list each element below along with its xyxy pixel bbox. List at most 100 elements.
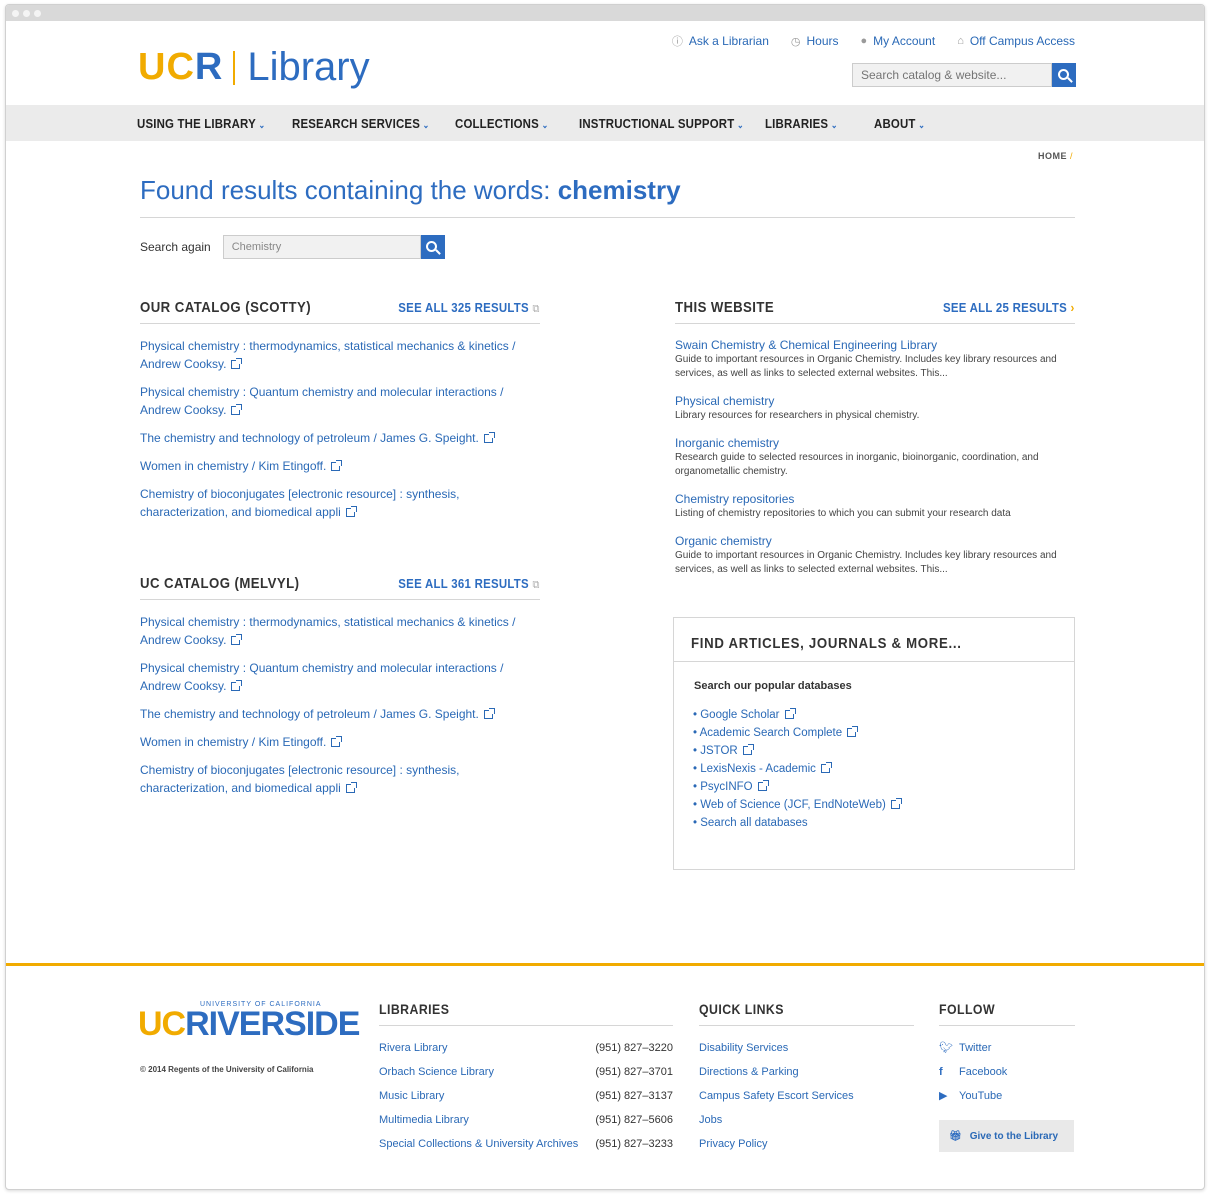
footer-libraries: LIBRARIES Rivera Library (951) 827–3220 O…	[379, 1001, 673, 1156]
library-link[interactable]: Rivera Library	[379, 1036, 447, 1060]
external-link-icon	[345, 506, 357, 517]
hours-link[interactable]: ◷ Hours	[791, 33, 839, 49]
library-row: Rivera Library (951) 827–3220	[379, 1036, 673, 1060]
melvyl-see-all-link[interactable]: SEE ALL 361 RESULTS ⧉	[399, 576, 540, 592]
database-link[interactable]: • Academic Search Complete	[693, 724, 1074, 742]
list-item[interactable]: Physical chemistry : Quantum chemistry a…	[140, 383, 540, 419]
result-description: Guide to important resources in Organic …	[675, 354, 1057, 379]
nav-research-services[interactable]: RESEARCH SERVICES ⌄	[292, 116, 429, 131]
result-title-link[interactable]: Chemistry repositories	[675, 491, 1075, 507]
give-to-library-button[interactable]: 🎁︎ Give to the Library	[939, 1120, 1074, 1152]
website-heading: THIS WEBSITE	[675, 299, 775, 316]
result-title-link[interactable]: Physical chemistry	[675, 393, 1075, 409]
site-header: UCR Library ⓘ Ask a Librarian ◷ Hours ● My …	[6, 21, 1204, 105]
library-row: Multimedia Library (951) 827–5606	[379, 1108, 673, 1132]
ask-librarian-link[interactable]: ⓘ Ask a Librarian	[672, 33, 769, 49]
melvyl-header: UC CATALOG (MELVYL) SEE ALL 361 RESULTS ⧉	[140, 575, 540, 600]
database-list: • Google Scholar • Academic Search Compl…	[693, 706, 1074, 832]
list-item[interactable]: Chemistry of bioconjugates [electronic r…	[140, 761, 540, 797]
uc-riverside-logo[interactable]: UNIVERSITY OF CALIFORNIA UCRIVERSIDE	[138, 1001, 360, 1041]
facebook-link[interactable]: f Facebook	[939, 1060, 1075, 1084]
external-link-icon	[784, 708, 796, 719]
window-dot[interactable]	[34, 9, 41, 17]
gift-icon: 🎁︎	[949, 1130, 962, 1142]
library-link[interactable]: Orbach Science Library	[379, 1060, 494, 1084]
result-title-link[interactable]: Swain Chemistry & Chemical Engineering L…	[675, 337, 1075, 353]
copyright: © 2014 Regents of the University of Cali…	[140, 1065, 314, 1074]
library-phone: (951) 827–5606	[595, 1114, 673, 1126]
list-item[interactable]: The chemistry and technology of petroleu…	[140, 705, 540, 723]
window-dot[interactable]	[23, 9, 30, 17]
nav-libraries[interactable]: LIBRARIES ⌄	[765, 116, 838, 131]
footer-quick-links-heading: QUICK LINKS	[699, 1001, 914, 1026]
list-item[interactable]: Chemistry of bioconjugates [electronic r…	[140, 485, 540, 521]
result-description: Guide to important resources in Organic …	[675, 550, 1057, 575]
result-description: Listing of chemistry repositories to whi…	[675, 508, 1011, 519]
chevron-down-icon: ⌄	[830, 120, 838, 130]
external-link-icon	[345, 782, 357, 793]
list-item: Organic chemistry Guide to important reso…	[675, 533, 1075, 577]
database-link[interactable]: • Web of Science (JCF, EndNoteWeb)	[693, 796, 1074, 814]
youtube-icon: ▶	[939, 1090, 948, 1102]
utility-nav: ⓘ Ask a Librarian ◷ Hours ● My Account ⌂ Off…	[672, 33, 1075, 49]
website-see-all-link[interactable]: SEE ALL 25 RESULTS ›	[943, 300, 1075, 315]
list-item[interactable]: The chemistry and technology of petroleu…	[140, 429, 540, 447]
user-icon: ●	[860, 35, 868, 47]
list-item[interactable]: Physical chemistry : thermodynamics, sta…	[140, 613, 540, 649]
search-again-input[interactable]	[222, 235, 421, 259]
breadcrumb: HOME /	[1037, 151, 1073, 161]
library-link[interactable]: Multimedia Library	[379, 1108, 469, 1132]
list-item: Inorganic chemistry Research guide to sel…	[675, 435, 1075, 479]
databases-subheading: Search our popular databases	[694, 680, 852, 692]
search-again-button[interactable]	[420, 235, 445, 259]
list-item: Physical chemistry Library resources for …	[675, 393, 1075, 423]
youtube-link[interactable]: ▶ YouTube	[939, 1084, 1075, 1108]
external-link-icon	[483, 708, 495, 719]
database-link[interactable]: • PsycINFO	[693, 778, 1074, 796]
library-phone: (951) 827–3220	[595, 1042, 673, 1054]
page-title: Found results containing the words: chem…	[140, 175, 681, 205]
nav-collections[interactable]: COLLECTIONS ⌄	[455, 116, 548, 131]
twitter-link[interactable]: 🐦︎ Twitter	[939, 1036, 1075, 1060]
window-dot[interactable]	[12, 9, 19, 17]
quick-link[interactable]: Campus Safety Escort Services	[699, 1084, 914, 1108]
chevron-down-icon: ⌄	[737, 120, 744, 130]
footer-follow: FOLLOW 🐦︎ Twitter f Facebook ▶ YouTube 🎁︎ Gi…	[939, 1001, 1075, 1152]
quick-link[interactable]: Disability Services	[699, 1036, 914, 1060]
database-link[interactable]: • LexisNexis - Academic	[693, 760, 1074, 778]
window-chrome	[6, 5, 1204, 21]
result-title-link[interactable]: Organic chemistry	[675, 533, 1075, 549]
breadcrumb-home[interactable]: HOME	[1038, 151, 1067, 161]
chevron-down-icon: ⌄	[422, 120, 430, 130]
external-link-icon	[890, 798, 902, 809]
result-title-link[interactable]: Inorganic chemistry	[675, 435, 1075, 451]
footer-divider	[6, 963, 1204, 966]
scotty-see-all-link[interactable]: SEE ALL 325 RESULTS ⧉	[399, 300, 540, 316]
my-account-link[interactable]: ● My Account	[861, 33, 936, 49]
ucr-library-logo[interactable]: UCR Library	[138, 45, 370, 90]
nav-about[interactable]: ABOUT ⌄	[874, 116, 925, 131]
nav-instructional-support[interactable]: INSTRUCTIONAL SUPPORT ⌄	[579, 116, 744, 131]
site-search-input[interactable]	[852, 63, 1052, 87]
off-campus-link[interactable]: ⌂ Off Campus Access	[957, 33, 1075, 49]
list-item[interactable]: Women in chemistry / Kim Etingoff.	[140, 457, 540, 475]
footer-quick-links: QUICK LINKS Disability Services Directio…	[699, 1001, 914, 1156]
website-header: THIS WEBSITE SEE ALL 25 RESULTS ›	[675, 299, 1075, 324]
library-phone: (951) 827–3233	[595, 1138, 673, 1150]
scotty-heading: OUR CATALOG (SCOTTY)	[140, 299, 312, 316]
database-link[interactable]: • JSTOR	[693, 742, 1074, 760]
quick-link[interactable]: Privacy Policy	[699, 1132, 914, 1156]
search-all-databases-link[interactable]: • Search all databases	[693, 814, 1074, 832]
database-link[interactable]: • Google Scholar	[693, 706, 1074, 724]
list-item[interactable]: Women in chemistry / Kim Etingoff.	[140, 733, 540, 751]
list-item[interactable]: Physical chemistry : thermodynamics, sta…	[140, 337, 540, 373]
library-link[interactable]: Special Collections & University Archive…	[379, 1132, 578, 1156]
website-results: Swain Chemistry & Chemical Engineering L…	[675, 337, 1075, 589]
quick-link[interactable]: Directions & Parking	[699, 1060, 914, 1084]
list-item[interactable]: Physical chemistry : Quantum chemistry a…	[140, 659, 540, 695]
quick-link[interactable]: Jobs	[699, 1108, 914, 1132]
library-link[interactable]: Music Library	[379, 1084, 444, 1108]
title-divider	[140, 217, 1075, 218]
site-search-button[interactable]	[1052, 63, 1076, 87]
nav-using-the-library[interactable]: USING THE LIBRARY ⌄	[137, 116, 265, 131]
